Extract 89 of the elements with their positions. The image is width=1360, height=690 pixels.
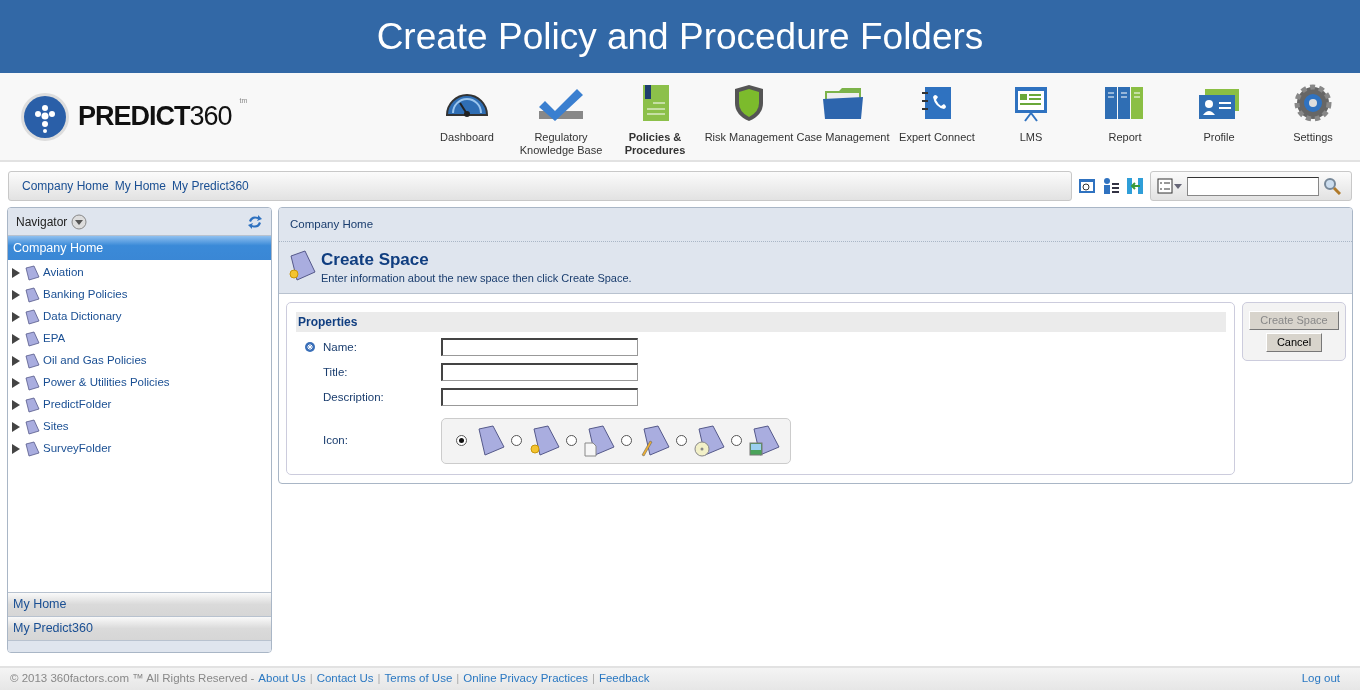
expander-icon[interactable] <box>11 356 21 366</box>
radio-button[interactable] <box>621 435 632 447</box>
nav-item[interactable]: LMS <box>984 73 1078 160</box>
field-label: Icon: <box>323 433 349 449</box>
nav-item[interactable]: Profile <box>1172 73 1266 160</box>
page-title: Create Policy and Procedure Folders <box>0 0 1360 73</box>
disc-folder-icon <box>693 424 725 457</box>
tree-item[interactable]: Sites <box>43 418 69 436</box>
nav-item[interactable]: Policies & Procedures <box>608 73 702 160</box>
quick-link[interactable]: My Predict360 <box>172 177 249 195</box>
folder-icon <box>24 265 40 281</box>
nav-item[interactable]: Expert Connect <box>890 73 984 160</box>
user-list-icon <box>1102 177 1120 195</box>
radio-button[interactable] <box>676 435 687 447</box>
instruction-text: Enter information about the new space then click Create Space. <box>321 271 632 287</box>
tree-item[interactable]: EPA <box>43 330 66 348</box>
field-label: Name: <box>323 339 358 355</box>
expander-icon[interactable] <box>11 312 21 322</box>
quick-link[interactable]: My Home <box>114 177 167 195</box>
nav-item[interactable]: Regulatory Knowledge Base <box>514 73 608 160</box>
image-folder-icon <box>748 424 780 457</box>
nav-item[interactable]: Settings <box>1266 73 1360 160</box>
dropdown-icon <box>71 213 88 230</box>
folder-icon <box>24 353 40 369</box>
radio-button[interactable] <box>511 435 522 447</box>
logo-text: PREDICT360 <box>78 100 232 134</box>
folder-icon <box>24 287 40 303</box>
navigator-section[interactable]: Company Home <box>8 236 271 260</box>
tree-item[interactable]: PredictFolder <box>43 396 112 414</box>
expander-icon[interactable] <box>11 378 21 388</box>
section-heading: Properties <box>296 311 1226 332</box>
folder-icon <box>24 397 40 413</box>
list-dropdown-icon <box>1157 178 1183 194</box>
folder-icon <box>24 419 40 435</box>
radio-button[interactable] <box>566 435 577 447</box>
radio-button[interactable] <box>731 435 742 447</box>
page-heading: Create Space <box>321 250 430 271</box>
footer-link[interactable]: About Us <box>258 670 306 688</box>
breadcrumb: Company Home <box>279 208 1352 242</box>
field-label: Title: <box>323 364 349 380</box>
nav-item[interactable]: Case Management <box>796 73 890 160</box>
navigator-title: Navigator <box>16 213 68 231</box>
logo-icon <box>20 91 70 142</box>
logout-link[interactable]: Log out <box>1301 670 1340 688</box>
input-field[interactable] <box>441 363 638 382</box>
quick-link[interactable]: Company Home <box>22 177 109 195</box>
calendar-icon <box>1078 177 1096 195</box>
field-label: Description: <box>323 389 385 405</box>
footer-link[interactable]: Feedback <box>598 670 650 688</box>
search-icon <box>1323 177 1341 195</box>
expander-icon[interactable] <box>11 268 21 278</box>
separator-text: | <box>377 671 381 687</box>
folder-icon <box>24 331 40 347</box>
new-folder-icon <box>528 424 560 457</box>
footer-link[interactable]: Terms of Use <box>384 670 453 688</box>
tree-item[interactable]: Data Dictionary <box>43 308 122 326</box>
nav-item[interactable]: Risk Management <box>702 73 796 160</box>
exit-icon <box>1126 177 1144 195</box>
refresh-icon <box>247 213 263 230</box>
separator-text: | <box>309 671 313 687</box>
tree-item[interactable]: SurveyFolder <box>43 440 112 458</box>
expander-icon[interactable] <box>11 290 21 300</box>
tree-item[interactable]: Aviation <box>43 264 84 282</box>
search-field[interactable] <box>1187 176 1319 196</box>
action-button[interactable]: Cancel <box>1265 332 1323 352</box>
document-folder-icon <box>583 424 615 457</box>
tree-item[interactable]: Banking Policies <box>43 286 128 304</box>
folder-icon <box>24 375 40 391</box>
folder-icon <box>24 441 40 457</box>
separator-text: | <box>456 671 460 687</box>
tree-item[interactable]: Power & Utilities Policies <box>43 374 170 392</box>
expander-icon[interactable] <box>11 422 21 432</box>
input-field[interactable] <box>441 338 638 357</box>
footer-link[interactable]: Contact Us <box>316 670 374 688</box>
folder-icon <box>24 309 40 325</box>
nav-item[interactable]: Dashboard <box>420 73 514 160</box>
input-field[interactable] <box>441 388 638 407</box>
footer-link[interactable]: Online Privacy Practices <box>463 670 588 688</box>
tree-item[interactable]: Oil and Gas Policies <box>43 352 147 370</box>
expander-icon[interactable] <box>11 334 21 344</box>
nav-item[interactable]: Report <box>1078 73 1172 160</box>
new-folder-icon <box>287 250 317 282</box>
expander-icon[interactable] <box>11 400 21 410</box>
separator-text: | <box>591 671 595 687</box>
radio-button[interactable] <box>456 435 467 447</box>
navigator-section[interactable]: My Predict360 <box>8 616 271 640</box>
copyright-text: © 2013 360factors.com ™ All Rights Reserved - <box>10 671 255 687</box>
navigator-section[interactable]: My Home <box>8 592 271 616</box>
expander-icon[interactable] <box>11 444 21 454</box>
